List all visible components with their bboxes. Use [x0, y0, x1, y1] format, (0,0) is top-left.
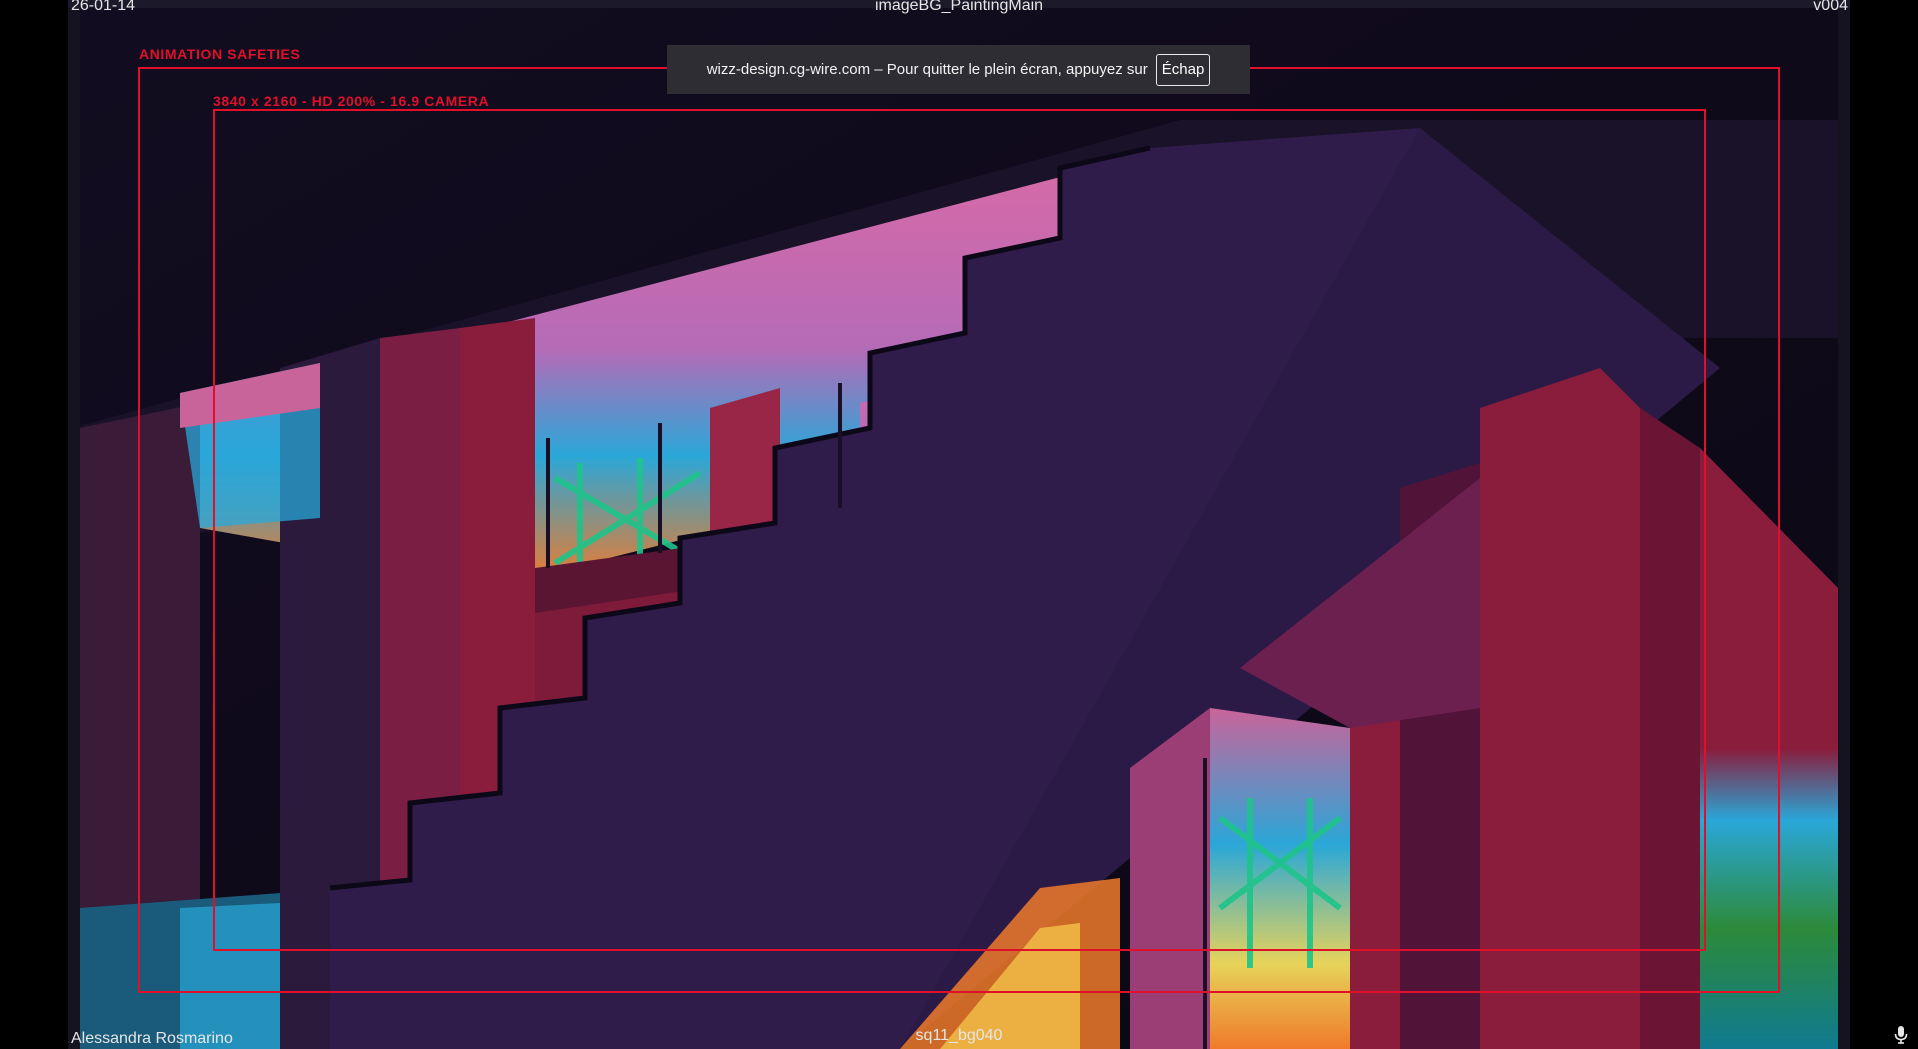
fullscreen-exit-toast: wizz-design.cg-wire.com – Pour quitter l…: [667, 45, 1250, 94]
version-label: v004: [1813, 0, 1848, 14]
escape-key-hint[interactable]: Échap: [1155, 53, 1211, 86]
layer-title: imageBG_PaintingMain: [874, 0, 1044, 14]
microphone-icon[interactable]: [1894, 1026, 1908, 1044]
fullscreen-toast-message: wizz-design.cg-wire.com – Pour quitter l…: [706, 61, 1148, 78]
animation-safeties-label: ANIMATION SAFETIES: [139, 46, 301, 62]
artist-name: Alessandra Rosmarino: [71, 1030, 233, 1047]
camera-frame-label: 3840 x 2160 - HD 200% - 16.9 CAMERA: [213, 93, 490, 109]
letterbox-left: [68, 0, 80, 1049]
camera-frame: [213, 109, 1706, 951]
shot-name: sq11_bg040: [915, 1027, 1003, 1044]
letterbox-right: [1838, 0, 1850, 1049]
viewer-stage: 26-01-14 imageBG_PaintingMain v004 ANIMA…: [0, 0, 1918, 1049]
frame-date: 26-01-14: [71, 0, 136, 14]
